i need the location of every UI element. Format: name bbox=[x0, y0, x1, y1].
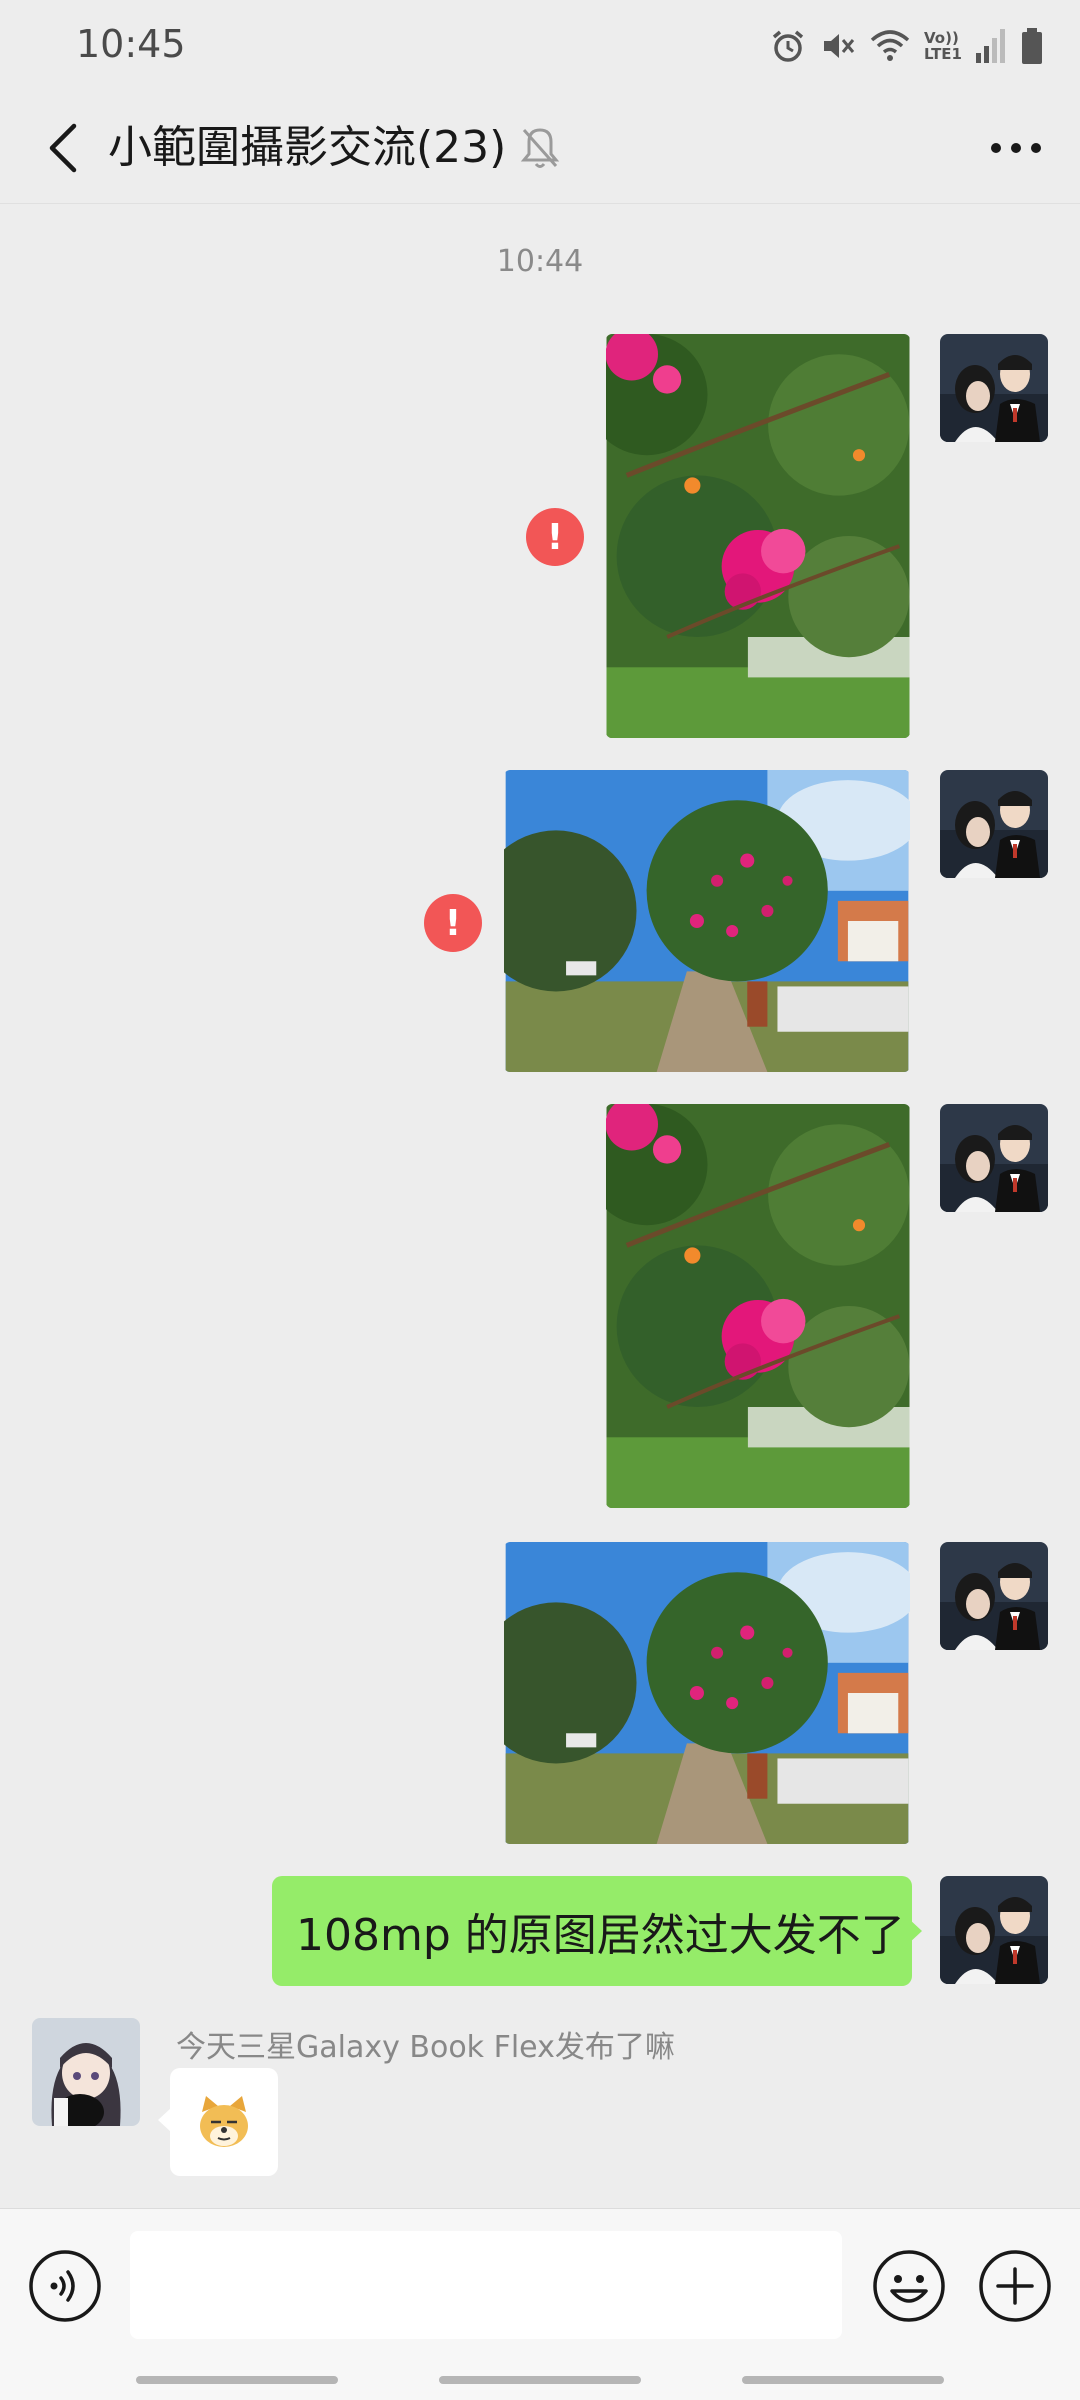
chevron-left-icon bbox=[49, 123, 77, 173]
image-message-street[interactable] bbox=[504, 770, 910, 1072]
lte1-label: LTE1 bbox=[924, 45, 962, 63]
input-bar bbox=[0, 2208, 1080, 2364]
self-avatar[interactable] bbox=[940, 770, 1048, 878]
wifi-icon bbox=[870, 30, 910, 61]
smiley-icon bbox=[873, 2250, 945, 2322]
system-nav-bar bbox=[0, 2364, 1080, 2400]
text-message-self[interactable]: 108mp 的原图居然过大发不了 bbox=[272, 1876, 912, 1986]
signal-icon bbox=[976, 29, 1005, 63]
message-input[interactable] bbox=[130, 2231, 842, 2339]
doge-face-icon bbox=[200, 2096, 248, 2147]
sender-name: 今天三星Galaxy Book Flex发布了嘛 bbox=[176, 2030, 675, 2065]
status-icons: Vo)) LTE1 bbox=[770, 24, 1044, 68]
muted-indicator bbox=[512, 120, 568, 176]
battery-icon bbox=[1022, 28, 1042, 64]
error-symbol: ! bbox=[546, 516, 564, 558]
self-avatar[interactable] bbox=[940, 334, 1048, 442]
image-message-flower[interactable] bbox=[606, 1104, 910, 1508]
time-divider: 10:44 bbox=[496, 244, 584, 279]
send-failed-icon[interactable]: ! bbox=[424, 894, 482, 952]
plus-icon bbox=[979, 2250, 1051, 2322]
status-time: 10:45 bbox=[76, 22, 186, 66]
self-avatar[interactable] bbox=[940, 1542, 1048, 1650]
nav-recents[interactable] bbox=[136, 2376, 338, 2384]
nav-home[interactable] bbox=[439, 2376, 641, 2384]
emoji-button[interactable] bbox=[872, 2249, 946, 2323]
self-avatar[interactable] bbox=[940, 1876, 1048, 1984]
back-button[interactable] bbox=[28, 112, 100, 184]
message-text: 108mp 的原图居然过大发不了 bbox=[296, 1910, 905, 1961]
image-message-flower[interactable] bbox=[606, 334, 910, 738]
status-bar: 10:45 Vo)) LTE1 bbox=[0, 0, 1080, 92]
chat-header: 小範圍攝影交流(23) bbox=[0, 92, 1080, 204]
other-avatar[interactable] bbox=[32, 2018, 140, 2126]
mute-icon bbox=[824, 34, 855, 58]
image-message-street[interactable] bbox=[504, 1542, 910, 1844]
error-symbol: ! bbox=[444, 902, 462, 944]
more-button[interactable] bbox=[980, 112, 1052, 184]
bell-off-icon bbox=[520, 128, 560, 168]
more-actions-button[interactable] bbox=[978, 2249, 1052, 2323]
nav-back[interactable] bbox=[742, 2376, 944, 2384]
voice-icon bbox=[29, 2250, 101, 2322]
self-avatar[interactable] bbox=[940, 1104, 1048, 1212]
volte-lte1-icon: Vo)) LTE1 bbox=[924, 30, 962, 62]
ellipsis-icon bbox=[991, 143, 1041, 153]
chat-title: 小範圍攝影交流(23) bbox=[108, 122, 507, 173]
alarm-icon bbox=[772, 30, 804, 62]
volte-label: Vo)) bbox=[924, 29, 959, 47]
sticker-message[interactable] bbox=[170, 2068, 278, 2176]
voice-button[interactable] bbox=[28, 2249, 102, 2323]
send-failed-icon[interactable]: ! bbox=[526, 508, 584, 566]
bubble-tail bbox=[908, 1918, 922, 1944]
